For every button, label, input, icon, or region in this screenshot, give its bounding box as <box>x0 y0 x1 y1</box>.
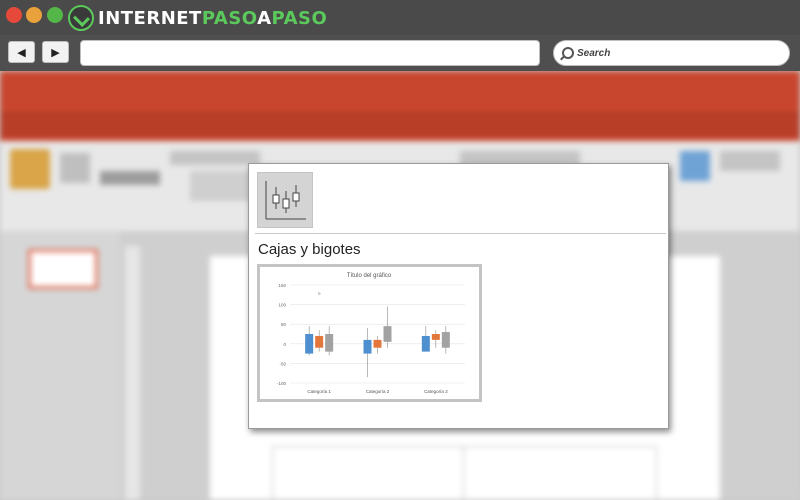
x-tick-label: Categoría 3 <box>424 389 448 394</box>
box <box>315 335 324 348</box>
box <box>421 335 430 352</box>
y-tick-label: -100 <box>277 381 287 386</box>
forward-button[interactable]: ▶ <box>42 41 69 63</box>
site-logo[interactable]: INTERNETPASOAPASO <box>68 4 327 32</box>
box <box>441 332 450 348</box>
box <box>431 334 440 340</box>
x-tick-label: Categoría 2 <box>366 389 390 394</box>
box <box>363 339 372 354</box>
browser-titlebar: INTERNETPASOAPASO <box>0 0 800 35</box>
search-placeholder: Search <box>577 47 611 59</box>
box <box>373 339 382 348</box>
logo-text: INTERNETPASOAPASO <box>98 7 328 29</box>
back-button[interactable]: ◀ <box>8 41 35 63</box>
slide-thumbnail <box>28 249 98 289</box>
chart-type-popup: Cajas y bigotes Título del gráfico 150 100… <box>248 163 669 429</box>
y-tick-label: -50 <box>279 361 286 366</box>
box-whisker-chart-button[interactable] <box>257 172 313 228</box>
back-arrow-icon: ◀ <box>17 46 26 59</box>
y-tick-label: 150 <box>278 283 286 288</box>
box-whisker-chart-icon <box>265 181 306 220</box>
popup-divider <box>255 233 666 234</box>
address-bar[interactable] <box>80 40 540 66</box>
x-tick-label: Categoría 1 <box>307 389 331 394</box>
box-whisker-chart: Título del gráfico 150 100 50 0 -50 -100 Catego… <box>277 273 465 394</box>
chart-preview[interactable]: Título del gráfico 150 100 50 0 -50 -100 Catego… <box>257 264 482 402</box>
browser-toolbar: ◀ ▶ Search <box>0 35 800 71</box>
close-window-button[interactable] <box>6 7 22 23</box>
search-icon <box>562 47 574 59</box>
box <box>325 334 334 352</box>
ribbon-tabs <box>0 111 800 137</box>
minimize-window-button[interactable] <box>26 7 42 23</box>
y-tick-label: 100 <box>278 303 286 308</box>
logo-check-icon <box>68 5 94 31</box>
outlier-point <box>317 292 321 295</box>
search-input[interactable]: Search <box>553 40 790 66</box>
chart-title: Título del gráfico <box>347 273 392 279</box>
box <box>305 334 314 354</box>
box <box>383 326 392 342</box>
maximize-window-button[interactable] <box>47 7 63 23</box>
chart-type-title: Cajas y bigotes <box>258 241 361 258</box>
y-tick-label: 0 <box>283 342 286 347</box>
y-tick-label: 50 <box>281 322 287 327</box>
vertical-ruler <box>125 246 140 500</box>
forward-arrow-icon: ▶ <box>51 46 60 59</box>
